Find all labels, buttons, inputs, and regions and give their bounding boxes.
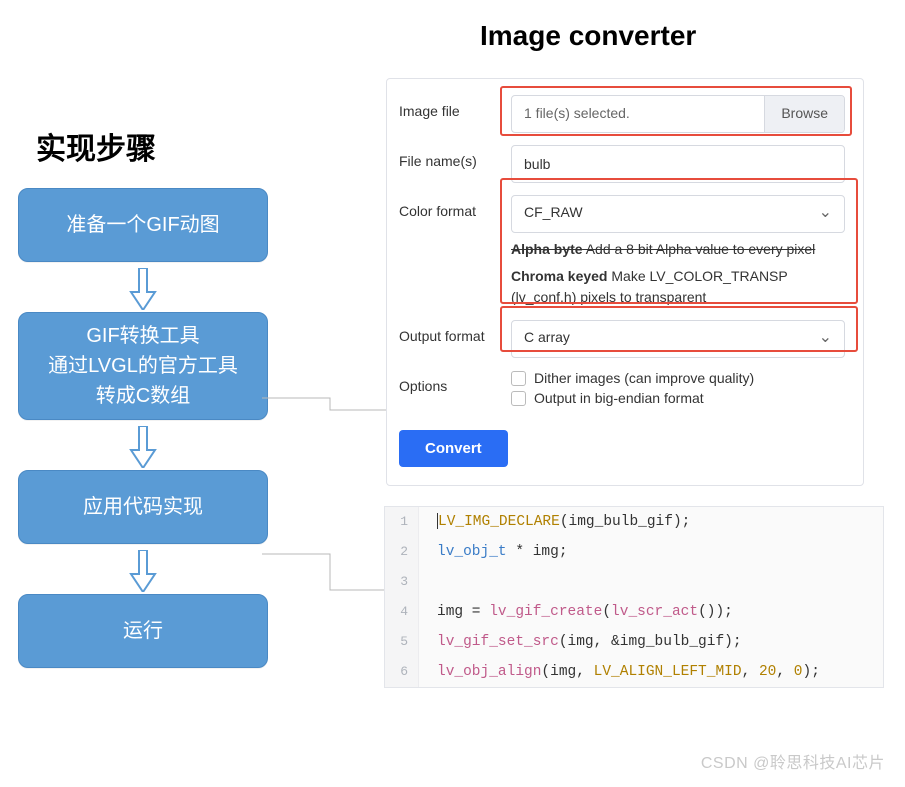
code-line: 6lv_obj_align(img, LV_ALIGN_LEFT_MID, 20… (385, 657, 883, 687)
code-line: 4img = lv_gif_create(lv_scr_act()); (385, 597, 883, 627)
code-line: 3 (385, 567, 883, 597)
code-line-text: LV_IMG_DECLARE(img_bulb_gif); (419, 507, 690, 537)
code-line: 1LV_IMG_DECLARE(img_bulb_gif); (385, 507, 883, 537)
code-panel: 1LV_IMG_DECLARE(img_bulb_gif);2lv_obj_t … (384, 506, 884, 688)
code-line-number: 1 (385, 507, 419, 537)
code-line: 2lv_obj_t * img; (385, 537, 883, 567)
code-line-text (419, 567, 437, 597)
code-line-text: lv_gif_set_src(img, &img_bulb_gif); (419, 627, 742, 657)
code-line: 5lv_gif_set_src(img, &img_bulb_gif); (385, 627, 883, 657)
code-line-number: 2 (385, 537, 419, 567)
watermark-text: CSDN @聆思科技AI芯片 (701, 749, 885, 773)
code-line-text: img = lv_gif_create(lv_scr_act()); (419, 597, 733, 627)
code-line-text: lv_obj_t * img; (419, 537, 568, 567)
code-line-number: 3 (385, 567, 419, 597)
code-line-text: lv_obj_align(img, LV_ALIGN_LEFT_MID, 20,… (419, 657, 820, 687)
code-line-number: 4 (385, 597, 419, 627)
code-line-number: 6 (385, 657, 419, 687)
code-line-number: 5 (385, 627, 419, 657)
